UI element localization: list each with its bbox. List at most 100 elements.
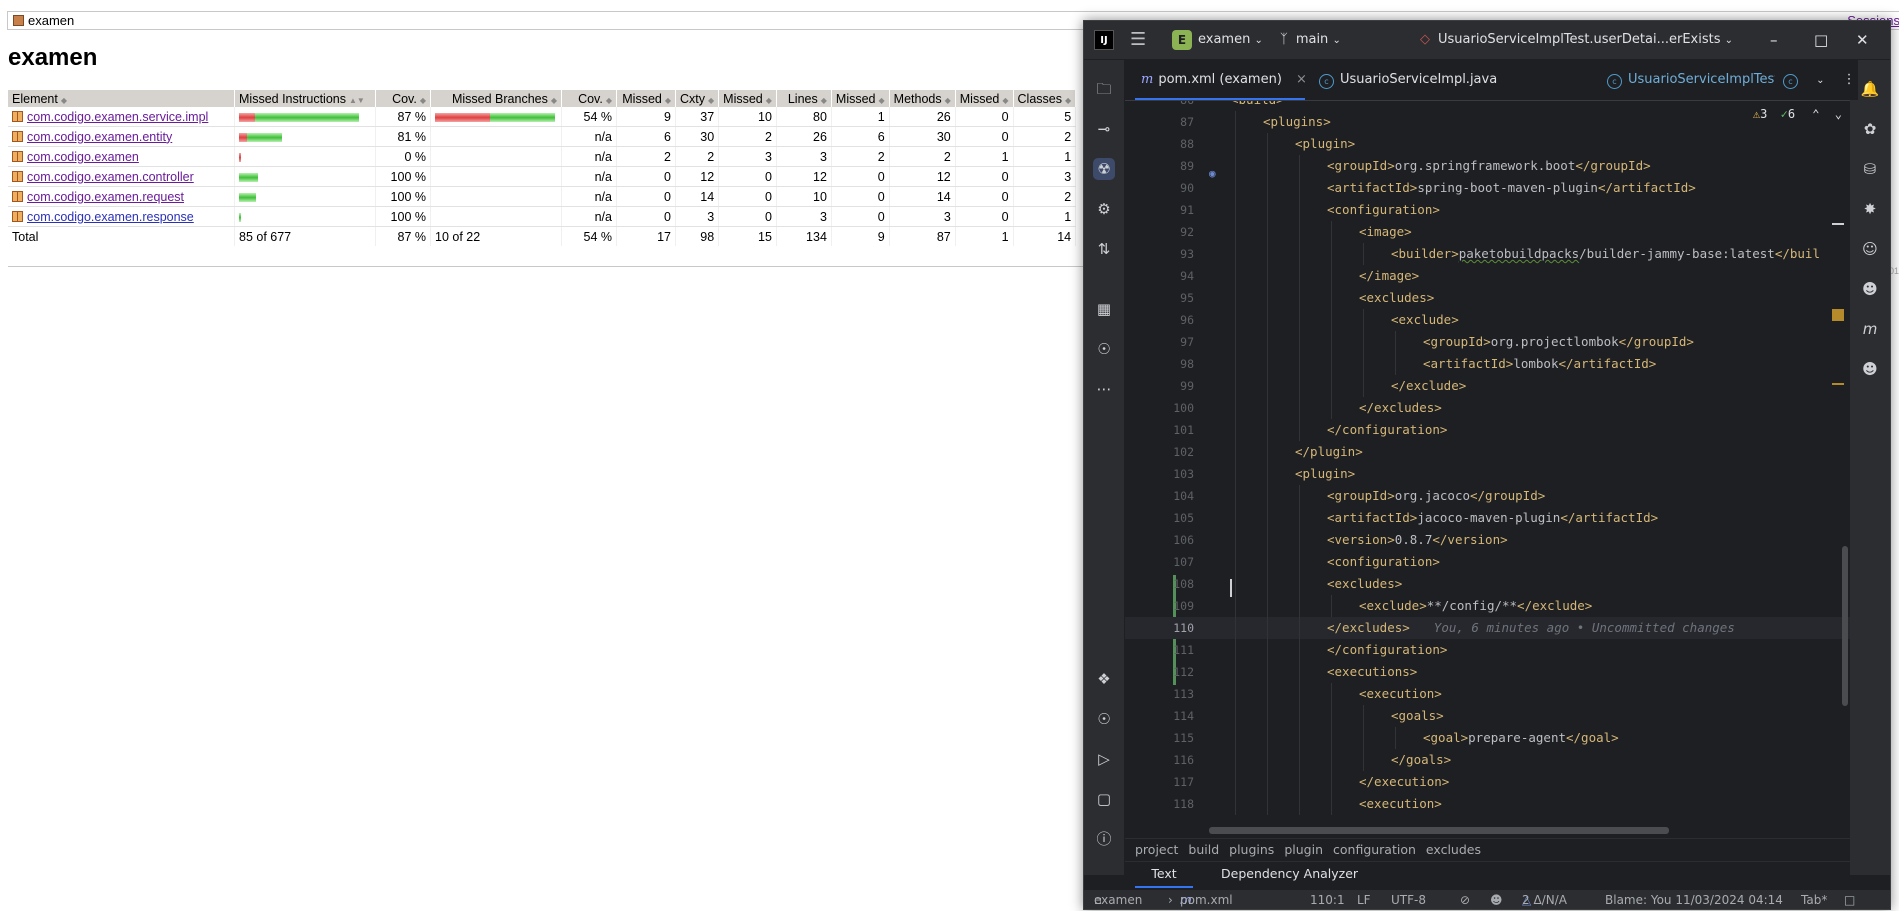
column-header[interactable]: Missed ◆ (718, 90, 777, 107)
code-line[interactable]: 96 <exclude> (1125, 309, 1850, 331)
column-header[interactable]: Missed ◆ (831, 90, 890, 107)
code-line[interactable]: 113 <execution> (1125, 683, 1850, 705)
vertical-scrollbar[interactable] (1842, 546, 1848, 706)
commit-icon[interactable]: ⊸ (1093, 118, 1115, 140)
code-line[interactable]: 90 <artifactId>spring-boot-maven-plugin</… (1125, 177, 1850, 199)
column-header[interactable]: Classes ◆ (1013, 90, 1077, 107)
column-header[interactable]: Cov. ◆ (561, 90, 617, 107)
package-link[interactable]: com.codigo.examen.request (27, 190, 184, 204)
code-line[interactable]: 111 </configuration> (1125, 639, 1850, 661)
column-header[interactable]: Element ◆ (8, 90, 235, 107)
breadcrumb-item[interactable]: excludes (1426, 842, 1481, 857)
intellij-logo-icon[interactable]: IJ (1094, 30, 1114, 50)
maximize-button[interactable]: □ (1814, 21, 1828, 59)
breadcrumb-item[interactable]: plugin (1284, 842, 1323, 857)
build-icon[interactable]: ❖ (1093, 668, 1115, 690)
column-header[interactable]: Lines ◆ (776, 90, 832, 107)
scroll-stripe-mark[interactable] (1832, 309, 1844, 321)
code-line[interactable]: 115 <goal>prepare-agent</goal> (1125, 727, 1850, 749)
file-encoding[interactable]: UTF-8 (1391, 890, 1426, 909)
close-icon[interactable]: × (1296, 72, 1307, 87)
database-icon[interactable]: ⛁ (1859, 158, 1881, 180)
copilot-icon[interactable]: ☺ (1859, 238, 1881, 260)
chevron-up-icon[interactable]: ⌃ (1812, 107, 1819, 121)
more-icon[interactable]: ⋯ (1093, 378, 1115, 400)
code-line[interactable]: 118 <execution> (1125, 793, 1850, 815)
pull-requests-icon[interactable]: ⇅ (1093, 238, 1115, 260)
code-line[interactable]: 105 <artifactId>jacoco-maven-plugin</arti… (1125, 507, 1850, 529)
code-line[interactable]: 116 </goals> (1125, 749, 1850, 771)
column-header[interactable]: Missed Branches ◆ (430, 90, 562, 107)
close-button[interactable]: ✕ (1856, 21, 1869, 59)
code-line[interactable]: 98 <artifactId>lombok</artifactId> (1125, 353, 1850, 375)
breadcrumb-item[interactable]: project (1135, 842, 1178, 857)
inspection-widget[interactable]: ⚠3 ✓6 ⌃ ⌄ (1753, 107, 1842, 121)
indent-status[interactable]: Tab* (1801, 890, 1827, 909)
code-line[interactable]: 107 <configuration> (1125, 551, 1850, 573)
package-link[interactable]: com.codigo.examen.controller (27, 170, 194, 184)
more-icon[interactable]: ⋮ (1843, 72, 1856, 87)
package-link[interactable]: com.codigo.examen (27, 150, 139, 164)
code-line[interactable]: 99 </exclude> (1125, 375, 1850, 397)
project-badge[interactable]: E (1172, 30, 1192, 50)
tab-overflow[interactable]: c ⌄ ⋮ (1775, 60, 1858, 100)
gradle-icon[interactable]: m (1859, 318, 1881, 340)
notifications-icon[interactable]: 🔔 (1859, 78, 1881, 100)
more-tools-icon[interactable]: ☻ (1859, 358, 1881, 380)
copilot-chat-icon[interactable]: ☻ (1859, 278, 1881, 300)
maven-icon[interactable]: ✸ (1859, 198, 1881, 220)
run-icon[interactable]: ▷ (1093, 748, 1115, 770)
code-line[interactable]: 104 <groupId>org.jacoco</groupId> (1125, 485, 1850, 507)
code-line[interactable]: 97 <groupId>org.projectlombok</groupId> (1125, 331, 1850, 353)
horizontal-scrollbar[interactable] (1209, 827, 1669, 834)
column-header[interactable]: Cxty ◆ (675, 90, 720, 107)
breadcrumb-item[interactable]: plugins (1229, 842, 1274, 857)
code-line[interactable]: 106 <version>0.8.7</version> (1125, 529, 1850, 551)
run-config-selector[interactable]: ◇ UsuarioServiceImplTest.userDetai...erEx… (1420, 21, 1733, 59)
code-line[interactable]: 86 <build> (1125, 101, 1850, 111)
package-link[interactable]: com.codigo.examen.entity (27, 130, 172, 144)
tab-pom-xml[interactable]: m pom.xml (examen) × (1135, 60, 1307, 100)
column-header[interactable]: Missed ◆ (616, 90, 676, 107)
minimize-button[interactable]: – (1770, 21, 1778, 59)
coverage-icon[interactable]: ☢ (1093, 158, 1115, 180)
code-line[interactable]: 94 </image> (1125, 265, 1850, 287)
code-line[interactable]: 114 <goals> (1125, 705, 1850, 727)
code-line[interactable]: 93 <builder>paketobuildpacks/builder-jamm… (1125, 243, 1850, 265)
ai-assistant-icon[interactable]: ✿ (1859, 118, 1881, 140)
column-header[interactable]: Methods ◆ (889, 90, 956, 107)
code-line[interactable]: 88 <plugin> (1125, 133, 1850, 155)
code-line[interactable]: 117 </execution> (1125, 771, 1850, 793)
caret-position[interactable]: 110:1 (1310, 890, 1345, 909)
code-line[interactable]: 101 </configuration> (1125, 419, 1850, 441)
breadcrumb-item[interactable]: build (1188, 842, 1219, 857)
code-line[interactable]: 109 <exclude>**/config/**</exclude> (1125, 595, 1850, 617)
package-link[interactable]: com.codigo.examen.service.impl (27, 110, 208, 124)
blame-status[interactable]: Blame: You 11/03/2024 04:14 (1605, 890, 1783, 909)
code-line[interactable]: 108 <excludes> (1125, 573, 1850, 595)
tab-text[interactable]: Text (1135, 862, 1193, 888)
code-line[interactable]: 102 </plugin> (1125, 441, 1850, 463)
inline-blame[interactable]: You, 6 minutes ago • Uncommitted changes (1434, 620, 1735, 635)
code-line[interactable]: 103 <plugin> (1125, 463, 1850, 485)
readonly-toggle-icon[interactable]: ⊘ (1460, 890, 1470, 909)
scroll-stripe-mark[interactable] (1832, 223, 1844, 225)
project-icon[interactable]: 🗀 (1093, 78, 1115, 100)
column-header[interactable]: Missed Instructions ▲▼ (234, 90, 376, 107)
code-line[interactable]: 110 </excludes> You, 6 minutes ago • Uncom… (1125, 617, 1850, 639)
copilot-status-icon[interactable]: ☻ (1490, 890, 1503, 909)
code-line[interactable]: 92 <image> (1125, 221, 1850, 243)
code-line[interactable]: 89 <groupId>org.springframework.boot</gro… (1125, 155, 1850, 177)
chevron-down-icon[interactable]: ⌄ (1835, 107, 1842, 121)
code-line[interactable]: 91 <configuration> (1125, 199, 1850, 221)
code-line[interactable]: 95 <excludes> (1125, 287, 1850, 309)
lock-icon[interactable]: □ (1844, 890, 1855, 909)
column-header[interactable]: Missed ◆ (955, 90, 1014, 107)
tab-usuario-service-impl[interactable]: c UsuarioServiceImpl.java (1319, 60, 1497, 100)
project-selector[interactable]: examen ⌄ (1198, 21, 1263, 59)
structure-icon[interactable]: ▦ (1093, 298, 1115, 320)
debug-icon[interactable]: ☉ (1093, 708, 1115, 730)
code-line[interactable]: 100 </excludes> (1125, 397, 1850, 419)
services-icon[interactable]: ⚙ (1093, 198, 1115, 220)
problems-icon[interactable]: ⓘ (1093, 828, 1115, 850)
